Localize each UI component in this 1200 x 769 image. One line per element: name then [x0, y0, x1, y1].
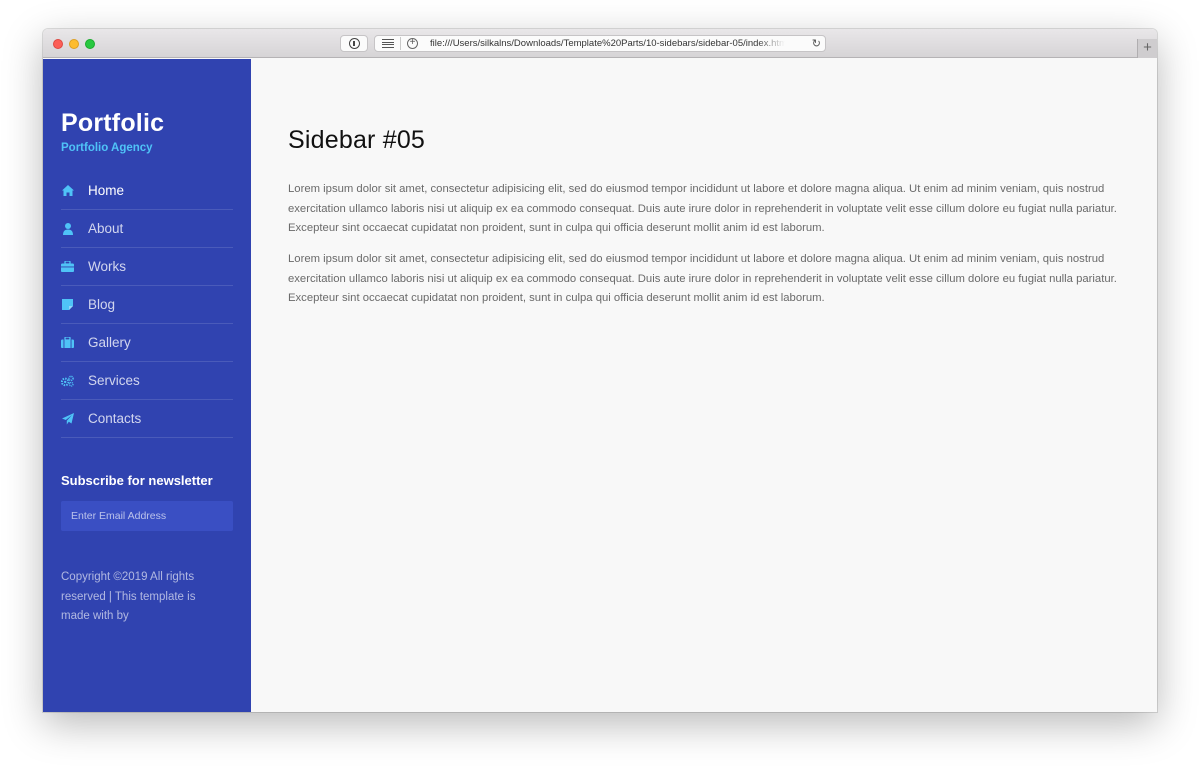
brand-title[interactable]: Portfolic [61, 109, 164, 138]
browser-window: + file:///Users/silkalns/Downloads/Templ… [43, 29, 1157, 712]
sticky-note-icon [61, 299, 74, 311]
home-icon [61, 185, 74, 197]
sidebar-item-blog[interactable]: Blog [61, 286, 233, 324]
sidebar-item-home[interactable]: Home [61, 172, 233, 210]
address-divider [400, 37, 401, 50]
add-bookmark-icon[interactable]: + [407, 38, 418, 49]
user-icon [61, 222, 74, 235]
sidebar-item-label: About [88, 221, 124, 236]
email-input[interactable] [61, 501, 233, 531]
sidebar-item-works[interactable]: Works [61, 248, 233, 286]
sidebar-item-label: Works [88, 259, 127, 274]
browser-titlebar: + file:///Users/silkalns/Downloads/Templ… [43, 29, 1157, 58]
reload-icon[interactable]: ↻ [812, 37, 821, 50]
sidebar-item-label: Contacts [88, 411, 142, 426]
address-bar[interactable]: + file:///Users/silkalns/Downloads/Templ… [374, 35, 826, 52]
sidebar-item-contacts[interactable]: Contacts [61, 400, 233, 438]
newsletter-section: Subscribe for newsletter [61, 473, 233, 531]
sidebar-item-label: Services [88, 373, 140, 388]
main-content: Sidebar #05 Lorem ipsum dolor sit amet, … [251, 59, 1157, 712]
briefcase-icon [61, 261, 74, 273]
sidebar-item-label: Blog [88, 297, 116, 312]
sidebar-item-about[interactable]: About [61, 210, 233, 248]
sidebar-item-services[interactable]: Services [61, 362, 233, 400]
sidebar-item-label: Home [88, 183, 125, 198]
sidebar-item-label: Gallery [88, 335, 131, 350]
page-title: Sidebar #05 [288, 126, 426, 154]
sidebar-menu: Home About Works Blog Gallery Services C… [61, 172, 233, 438]
newsletter-heading: Subscribe for newsletter [61, 473, 213, 488]
sidebar: Portfolic Portfolio Agency Home About Wo… [43, 59, 251, 712]
new-tab-button[interactable]: + [1137, 39, 1157, 58]
reader-icon[interactable] [382, 39, 394, 48]
brand[interactable]: Portfolic Portfolio Agency [61, 109, 164, 154]
cogs-icon [61, 375, 74, 387]
paper-plane-icon [61, 412, 74, 425]
url-text[interactable]: file:///Users/silkalns/Downloads/Templat… [430, 38, 785, 49]
brand-subtitle: Portfolio Agency [61, 142, 153, 154]
fullscreen-window-button[interactable] [85, 39, 95, 49]
paragraph: Lorem ipsum dolor sit amet, consectetur … [288, 183, 1117, 234]
privacy-icon [348, 38, 360, 49]
paragraph: Lorem ipsum dolor sit amet, consectetur … [288, 253, 1117, 304]
sidebar-item-gallery[interactable]: Gallery [61, 324, 233, 362]
minimize-window-button[interactable] [69, 39, 79, 49]
close-window-button[interactable] [53, 39, 63, 49]
privacy-button[interactable] [340, 35, 368, 52]
copyright-text: Copyright ©2019 All rights reserved | Th… [61, 571, 196, 622]
suitcase-icon [61, 337, 74, 349]
